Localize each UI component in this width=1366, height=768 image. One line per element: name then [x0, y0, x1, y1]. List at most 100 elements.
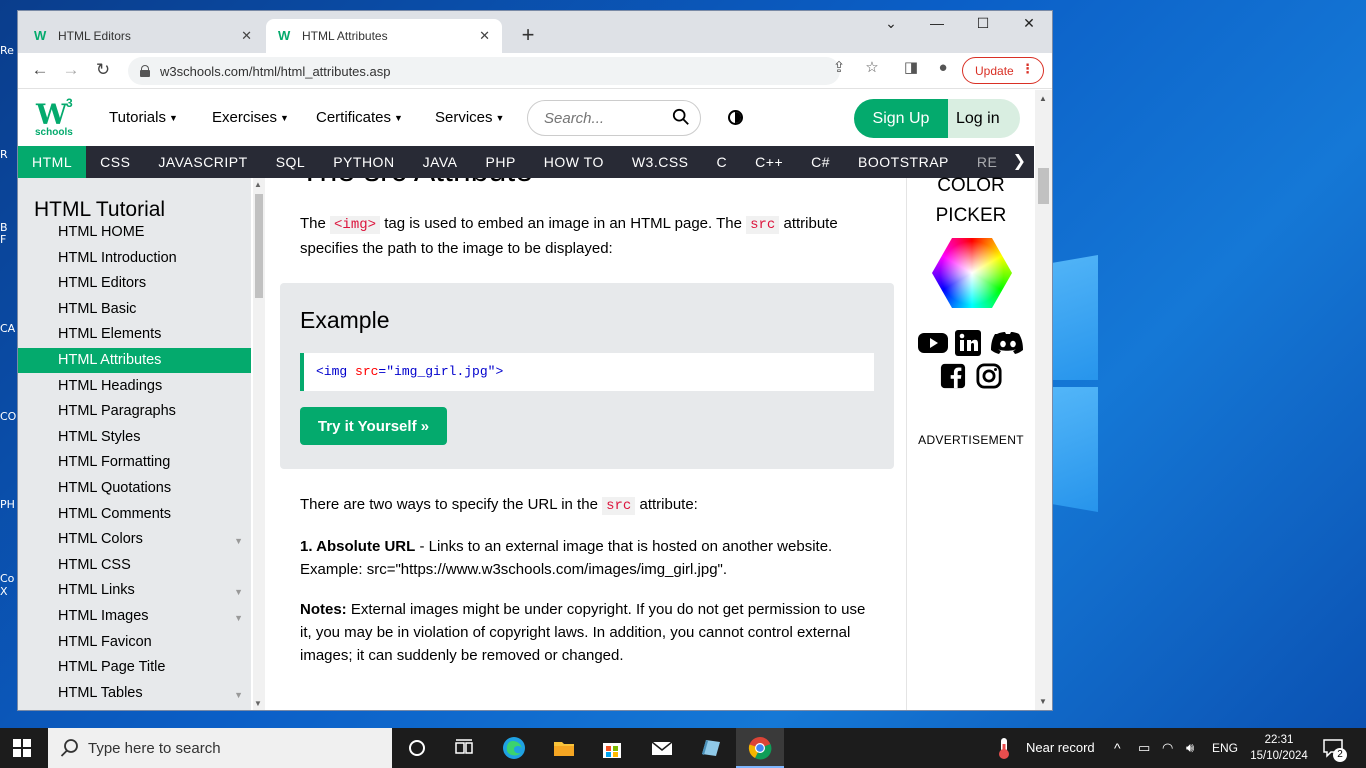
color-picker-title[interactable]: PICKER: [907, 205, 1034, 227]
show-hidden-icons-icon[interactable]: ^: [1114, 728, 1121, 768]
sidebar-item-html-paragraphs[interactable]: HTML Paragraphs: [18, 399, 251, 424]
sidebar-item-html-favicon[interactable]: HTML Favicon: [18, 630, 251, 655]
subnav-html[interactable]: HTML: [18, 146, 87, 178]
tab-html-attributes[interactable]: W HTML Attributes ✕: [266, 19, 502, 53]
sidebar-item-html-headings[interactable]: HTML Headings: [18, 374, 251, 399]
update-button[interactable]: Update ⋮: [962, 57, 1044, 84]
subnav-cpp[interactable]: C++: [741, 146, 797, 178]
clock[interactable]: 22:31 15/10/2024: [1246, 732, 1312, 764]
color-picker-title[interactable]: COLOR: [907, 175, 1034, 197]
subnav-c[interactable]: C: [703, 146, 742, 178]
wifi-icon[interactable]: ◠: [1162, 728, 1173, 768]
new-tab-button[interactable]: +: [516, 21, 540, 49]
w3schools-logo[interactable]: W 3 schools: [34, 96, 78, 140]
side-panel-icon[interactable]: ◨: [900, 57, 922, 79]
menu-services[interactable]: Services ▼: [435, 109, 504, 126]
bookmark-star-icon[interactable]: ☆: [861, 57, 883, 79]
linkedin-icon[interactable]: [955, 330, 981, 356]
reload-icon[interactable]: ↻: [92, 59, 114, 81]
chevron-right-icon[interactable]: ❯: [1013, 146, 1026, 178]
page-scrollbar[interactable]: ▲ ▼: [1035, 90, 1052, 710]
desktop-icon-label[interactable]: R: [0, 148, 18, 161]
edge-icon[interactable]: [502, 736, 526, 760]
desktop-icon-label[interactable]: Co X: [0, 572, 14, 598]
mail-icon[interactable]: [650, 736, 674, 760]
volume-icon[interactable]: 🔊︎: [1186, 728, 1194, 768]
scroll-up-icon[interactable]: ▲: [1039, 94, 1047, 103]
menu-certificates[interactable]: Certificates ▼: [316, 109, 403, 126]
subnav-python[interactable]: PYTHON: [319, 146, 408, 178]
sidebar-scrollbar[interactable]: ▲ ▼: [253, 178, 265, 710]
sidebar-scroll-thumb[interactable]: [255, 194, 263, 298]
close-window-button[interactable]: ✕: [1014, 15, 1044, 32]
task-view-icon[interactable]: [452, 736, 476, 760]
sidebar-item-html-comments[interactable]: HTML Comments: [18, 502, 251, 527]
expand-caret-icon[interactable]: ▼: [234, 683, 243, 708]
color-picker-hexagon-icon[interactable]: [932, 238, 1012, 308]
expand-caret-icon[interactable]: ▼: [234, 580, 243, 605]
address-bar[interactable]: w3schools.com/html/html_attributes.asp: [128, 57, 840, 85]
sidebar-item-html-introduction[interactable]: HTML Introduction: [18, 246, 251, 271]
subnav-react[interactable]: RE: [963, 146, 1011, 178]
microsoft-store-icon[interactable]: [600, 736, 624, 760]
weather-text[interactable]: Near record: [1026, 728, 1095, 768]
tab-search-icon[interactable]: ⌄: [876, 15, 906, 32]
sidebar-item-html-formatting[interactable]: HTML Formatting: [18, 450, 251, 475]
minimize-button[interactable]: —: [922, 15, 952, 31]
tab-html-editors[interactable]: W HTML Editors ✕: [22, 19, 264, 53]
close-tab-icon[interactable]: ✕: [479, 28, 490, 44]
chrome-taskbar-button[interactable]: [736, 728, 784, 768]
subnav-java[interactable]: JAVA: [409, 146, 472, 178]
cortana-icon[interactable]: [405, 736, 429, 760]
discord-icon[interactable]: [991, 330, 1025, 356]
sidebar-item-html-page-title[interactable]: HTML Page Title: [18, 655, 251, 680]
close-tab-icon[interactable]: ✕: [241, 28, 252, 44]
expand-caret-icon[interactable]: ▼: [234, 529, 243, 554]
search-icon[interactable]: [672, 108, 690, 126]
subnav-css[interactable]: CSS: [86, 146, 144, 178]
desktop-icon-label[interactable]: CO: [0, 410, 18, 423]
thermometer-icon[interactable]: [994, 736, 1014, 760]
subnav-php[interactable]: PHP: [472, 146, 530, 178]
site-search-input[interactable]: Search...: [527, 100, 701, 136]
sign-up-button[interactable]: Sign Up: [854, 99, 948, 138]
windows-start-icon[interactable]: [13, 739, 31, 757]
menu-dots-icon[interactable]: ⋮: [1021, 61, 1034, 77]
try-it-yourself-button[interactable]: Try it Yourself »: [300, 407, 447, 445]
youtube-icon[interactable]: [917, 330, 949, 356]
desktop-icon-label[interactable]: B F: [0, 222, 14, 246]
sidebar-item-html-tables[interactable]: HTML Tables ▼: [18, 681, 251, 706]
subnav-csharp[interactable]: C#: [797, 146, 844, 178]
scroll-up-icon[interactable]: ▲: [254, 180, 262, 189]
language-indicator[interactable]: ENG: [1212, 728, 1238, 768]
back-arrow-icon[interactable]: ←: [29, 59, 51, 81]
forward-arrow-icon[interactable]: →: [60, 59, 82, 81]
app-icon[interactable]: [698, 736, 722, 760]
subnav-javascript[interactable]: JAVASCRIPT: [144, 146, 261, 178]
menu-tutorials[interactable]: Tutorials ▼: [109, 109, 178, 126]
facebook-icon[interactable]: [939, 363, 967, 389]
taskbar-search-input[interactable]: Type here to search: [48, 728, 392, 768]
subnav-w3css[interactable]: W3.CSS: [618, 146, 703, 178]
sidebar-item-html-basic[interactable]: HTML Basic: [18, 297, 251, 322]
page-scroll-thumb[interactable]: [1038, 168, 1049, 204]
sidebar-item-html-colors[interactable]: HTML Colors ▼: [18, 527, 251, 552]
menu-exercises[interactable]: Exercises ▼: [212, 109, 289, 126]
profile-avatar-icon[interactable]: ●: [932, 57, 954, 79]
subnav-howto[interactable]: HOW TO: [530, 146, 618, 178]
battery-icon[interactable]: ▭: [1138, 728, 1150, 768]
expand-caret-icon[interactable]: ▼: [234, 606, 243, 631]
subnav-sql[interactable]: SQL: [262, 146, 320, 178]
maximize-button[interactable]: ☐: [968, 15, 998, 32]
sidebar-item-html-quotations[interactable]: HTML Quotations: [18, 476, 251, 501]
file-explorer-icon[interactable]: [552, 736, 576, 760]
instagram-icon[interactable]: [975, 363, 1003, 389]
log-in-button[interactable]: Log in: [948, 99, 1020, 138]
sidebar-item-html-elements[interactable]: HTML Elements: [18, 322, 251, 347]
desktop-icon-label[interactable]: Re: [0, 44, 18, 57]
sidebar-item-html-css[interactable]: HTML CSS: [18, 553, 251, 578]
dark-mode-toggle-icon[interactable]: [728, 110, 743, 125]
sidebar-item-html-attributes[interactable]: HTML Attributes: [18, 348, 251, 373]
desktop-icon-label[interactable]: PH: [0, 498, 18, 511]
scroll-down-icon[interactable]: ▼: [254, 699, 262, 708]
